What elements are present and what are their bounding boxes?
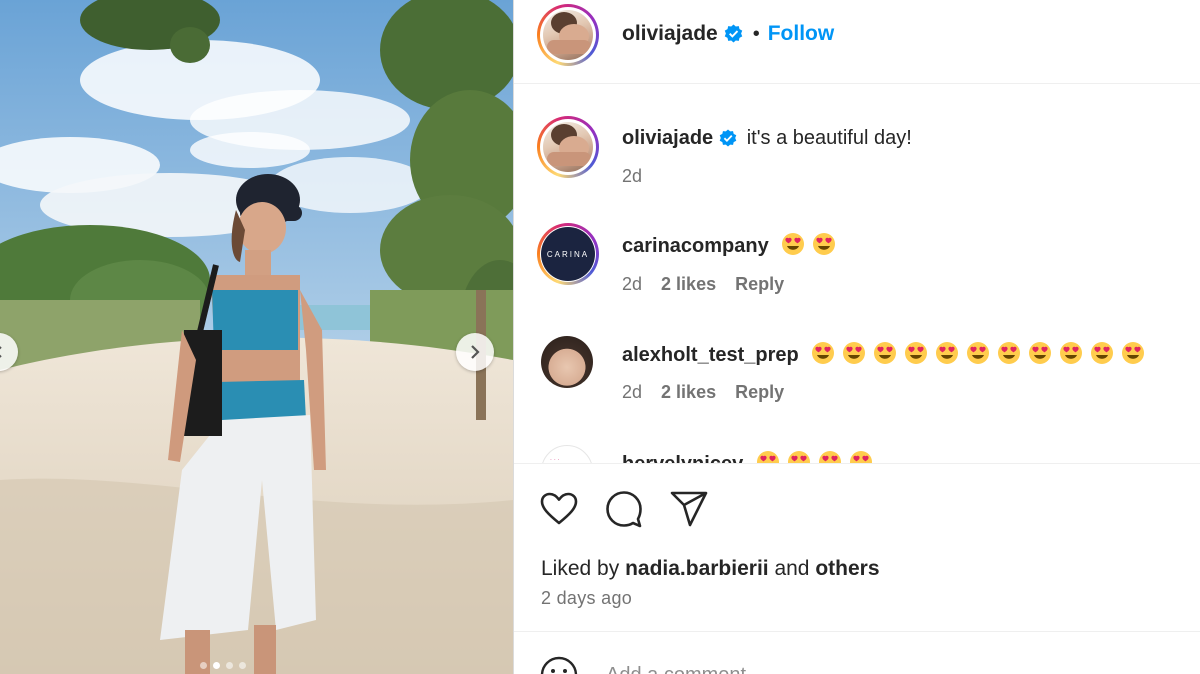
heart-eyes-emoji-icon	[874, 342, 897, 364]
comment-time: 2d	[622, 382, 643, 402]
heart-icon	[540, 492, 578, 525]
comment-emojis	[774, 233, 836, 257]
comment-likes[interactable]: 2 likes	[661, 274, 716, 294]
liked-by-user-link[interactable]: nadia.barbierii	[625, 557, 769, 580]
heart-eyes-emoji-icon	[843, 342, 866, 364]
author-avatar[interactable]	[537, 4, 599, 66]
post-header: oliviajade • Follow	[514, 0, 1200, 84]
heart-eyes-emoji-icon	[1060, 342, 1083, 364]
carousel-dot	[226, 662, 233, 669]
author-username[interactable]: oliviajade	[622, 22, 718, 45]
comment-emojis	[804, 342, 1145, 366]
heart-eyes-emoji-icon	[998, 342, 1021, 364]
share-button[interactable]	[669, 489, 709, 529]
reply-button[interactable]: Reply	[735, 382, 784, 402]
caption-text: it's a beautiful day!	[746, 127, 912, 149]
caption-author-avatar[interactable]	[537, 116, 599, 178]
heart-eyes-emoji-icon	[782, 233, 805, 255]
post-photo	[0, 0, 513, 674]
reply-button[interactable]: Reply	[735, 274, 784, 294]
comment-button[interactable]	[604, 489, 644, 529]
post-timestamp[interactable]: 2 days ago	[541, 588, 632, 609]
caption-username[interactable]: oliviajade	[622, 127, 713, 149]
emoji-picker-icon[interactable]	[540, 656, 578, 674]
comment-username[interactable]: alexholt_test_prep	[622, 344, 799, 366]
next-image-button[interactable]	[456, 333, 494, 371]
heart-eyes-emoji-icon	[818, 451, 841, 463]
commenter-avatar[interactable]	[541, 336, 593, 388]
heart-eyes-emoji-icon	[849, 451, 872, 463]
follow-button[interactable]: Follow	[768, 22, 835, 45]
liked-by-prefix: Liked by	[541, 557, 620, 580]
heart-eyes-emoji-icon	[905, 342, 928, 364]
like-button[interactable]	[539, 489, 579, 529]
chevron-right-icon	[471, 345, 480, 359]
post-actions: Liked by nadia.barbierii and others 2 da…	[514, 463, 1200, 631]
separator-dot: •	[752, 23, 760, 45]
post-media[interactable]	[0, 0, 513, 674]
carousel-dot	[239, 662, 246, 669]
add-comment-bar: Add a comment…	[514, 631, 1200, 674]
comment-username[interactable]: carinacompany	[622, 235, 769, 257]
liked-by-text: Liked by nadia.barbierii and others	[541, 557, 880, 581]
chevron-left-icon	[0, 346, 2, 358]
verified-badge-icon	[724, 24, 742, 43]
caption-time: 2d	[622, 166, 643, 186]
carousel-indicator	[200, 662, 246, 669]
comments-list[interactable]: oliviajade it's a beautiful day! 2d CARI…	[514, 85, 1200, 463]
carousel-dot	[200, 662, 207, 669]
liked-by-and: and	[774, 557, 810, 580]
add-comment-input[interactable]: Add a comment…	[606, 664, 766, 674]
verified-badge-icon	[719, 129, 737, 147]
commenter-avatar[interactable]: · · ·	[541, 445, 593, 463]
liked-by-others-link[interactable]: others	[815, 557, 879, 580]
carina-logo: CARINA	[541, 227, 595, 281]
comment-username[interactable]: hervelynicev	[622, 453, 743, 463]
comment-emojis	[749, 451, 873, 463]
heart-eyes-emoji-icon	[936, 342, 959, 364]
paper-plane-icon	[670, 491, 708, 527]
heart-eyes-emoji-icon	[1029, 342, 1052, 364]
heart-eyes-emoji-icon	[756, 451, 779, 463]
carousel-dot-active	[213, 662, 220, 669]
heart-eyes-emoji-icon	[1122, 342, 1145, 364]
comment-bubble-icon	[606, 491, 642, 528]
comment-likes[interactable]: 2 likes	[661, 382, 716, 402]
heart-eyes-emoji-icon	[967, 342, 990, 364]
avatar-artwork: · · ·	[550, 457, 560, 463]
comment-time: 2d	[622, 274, 643, 294]
heart-eyes-emoji-icon	[813, 233, 836, 255]
heart-eyes-emoji-icon	[812, 342, 835, 364]
commenter-avatar[interactable]: CARINA	[537, 223, 599, 285]
heart-eyes-emoji-icon	[1091, 342, 1114, 364]
post-details-panel: oliviajade • Follow oliviajade it's a beau…	[513, 0, 1200, 674]
heart-eyes-emoji-icon	[787, 451, 810, 463]
